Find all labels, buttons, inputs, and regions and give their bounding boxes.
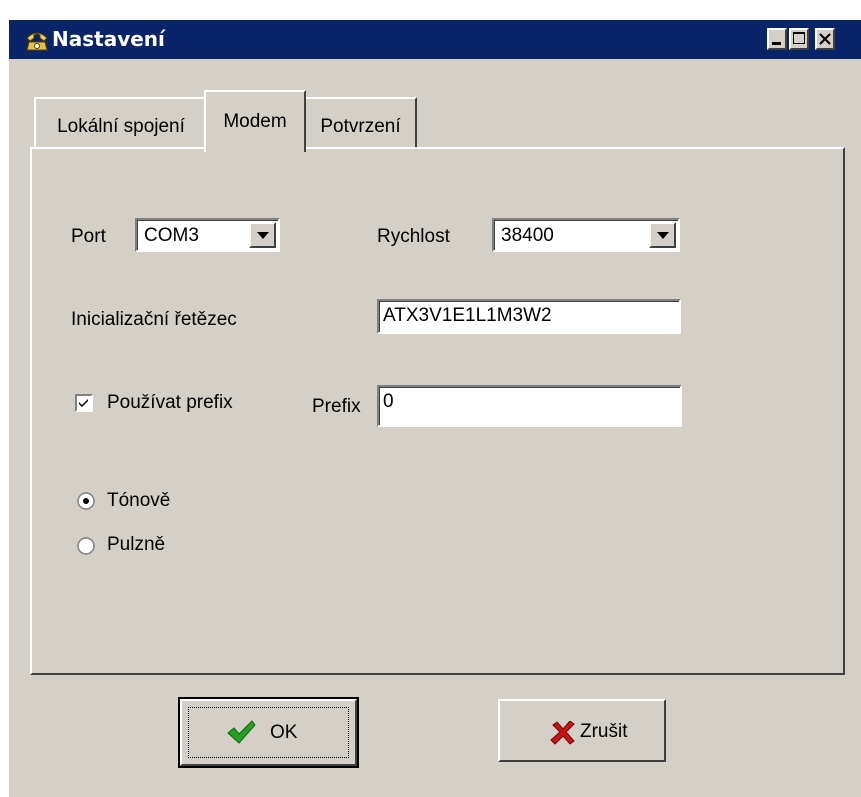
port-dropdown-button[interactable] bbox=[249, 222, 276, 248]
speed-label: Rychlost bbox=[377, 226, 450, 247]
focus-rectangle bbox=[188, 707, 349, 758]
tab-confirmation[interactable]: Potvrzení bbox=[304, 97, 417, 149]
port-combobox[interactable]: COM3 bbox=[135, 218, 280, 252]
prefix-value: 0 bbox=[383, 391, 394, 412]
init-string-field[interactable]: ATX3V1E1L1M3W2 bbox=[377, 299, 681, 334]
minimize-icon bbox=[772, 42, 781, 45]
speed-combobox[interactable]: 38400 bbox=[492, 218, 680, 252]
minimize-button[interactable] bbox=[767, 28, 787, 50]
modem-tab-panel: Port COM3 Rychlost 38400 Inicializační ř… bbox=[30, 147, 845, 675]
maximize-button[interactable] bbox=[789, 28, 809, 50]
speed-value: 38400 bbox=[501, 225, 554, 246]
tone-dial-label[interactable]: Tónově bbox=[107, 489, 170, 513]
port-label: Port bbox=[71, 226, 106, 247]
maximize-icon bbox=[793, 32, 805, 44]
close-button[interactable] bbox=[815, 28, 835, 50]
tone-dial-radio[interactable] bbox=[77, 492, 95, 510]
title-bar[interactable]: Nastavení bbox=[9, 20, 861, 59]
chevron-down-icon bbox=[257, 232, 269, 239]
ok-label: OK bbox=[270, 722, 298, 743]
prefix-label: Prefix bbox=[312, 396, 361, 417]
chevron-down-icon bbox=[657, 232, 669, 239]
use-prefix-checkbox[interactable] bbox=[75, 394, 93, 412]
red-x-icon bbox=[550, 721, 575, 745]
ok-button[interactable]: OK bbox=[178, 697, 359, 768]
tab-local-connection[interactable]: Lokální spojení bbox=[34, 97, 208, 149]
init-string-label: Inicializační řetězec bbox=[71, 309, 237, 330]
pulse-dial-label[interactable]: Pulzně bbox=[107, 533, 165, 557]
telephone-icon bbox=[26, 32, 48, 51]
window-title: Nastavení bbox=[52, 27, 165, 51]
cancel-button[interactable]: Zrušit bbox=[498, 699, 666, 762]
checkmark-icon bbox=[227, 720, 256, 744]
pulse-dial-radio[interactable] bbox=[77, 537, 95, 555]
init-string-value: ATX3V1E1L1M3W2 bbox=[383, 305, 552, 326]
prefix-field[interactable]: 0 bbox=[377, 385, 682, 427]
cancel-label: Zrušit bbox=[580, 721, 628, 742]
speed-dropdown-button[interactable] bbox=[649, 222, 676, 248]
settings-window: Nastavení Lokální spojení Modem Potvrzen… bbox=[9, 20, 861, 797]
tab-modem[interactable]: Modem bbox=[204, 90, 306, 152]
close-icon bbox=[819, 33, 831, 45]
port-value: COM3 bbox=[144, 225, 199, 246]
use-prefix-label[interactable]: Používat prefix bbox=[107, 391, 233, 415]
checkmark-icon bbox=[79, 399, 88, 407]
